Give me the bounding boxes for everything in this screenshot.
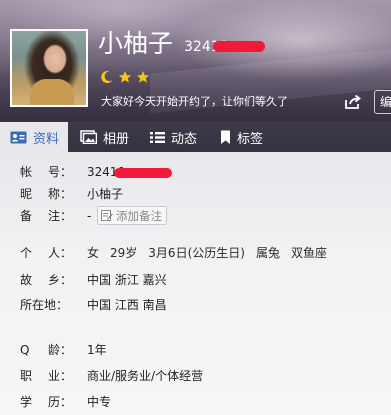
remark-label: 备注：: [20, 209, 72, 223]
tab-tags[interactable]: 标签: [220, 122, 280, 152]
tab-profile[interactable]: 资料: [0, 122, 68, 152]
personal-signature: 大家好今天开始开约了，让你们等久了: [101, 95, 288, 108]
nickname-value: 小柚子: [87, 187, 124, 201]
moon-icon: [101, 71, 113, 84]
hometown-label: 故乡：: [20, 273, 72, 287]
share-icon: [345, 94, 361, 109]
feed-list-icon: [150, 131, 165, 143]
education-label: 学历：: [20, 395, 72, 409]
avatar[interactable]: [10, 29, 88, 107]
star-icon: [118, 71, 132, 83]
personal-label: 个人：: [20, 246, 72, 260]
add-remark-button[interactable]: 添加备注: [97, 206, 167, 225]
bookmark-icon: [221, 130, 230, 144]
profile-window: 小柚子 32410 大家好今天开始开约了，让你们等久了 编 资料 相册 动态 标…: [0, 0, 391, 415]
edit-note-icon: [101, 210, 113, 221]
redaction-mark: [213, 41, 265, 52]
share-button[interactable]: [343, 93, 363, 111]
location-label: 所在地：: [20, 298, 69, 312]
tab-bar: 资料 相册 动态 标签: [0, 122, 391, 152]
nickname-label: 昵称：: [20, 187, 72, 201]
location-value: 中国 江西 南昌: [87, 298, 167, 312]
gender-value: 女: [87, 246, 100, 260]
redaction-mark: [114, 168, 172, 178]
occupation-label: 职业：: [20, 369, 72, 383]
qq-age-label: Q 龄：: [20, 343, 72, 357]
education-value: 中专: [87, 395, 112, 409]
birthday-value: 3月6日(公历生日): [148, 246, 245, 260]
hometown-value: 中国 浙江 嘉兴: [87, 273, 167, 287]
tab-feed-label: 动态: [171, 131, 198, 147]
qq-age-value: 1年: [87, 343, 107, 357]
profile-header: 小柚子 32410 大家好今天开始开约了，让你们等久了 编: [0, 0, 391, 122]
personal-values: 女 29岁 3月6日(公历生日) 属兔 双鱼座: [87, 244, 338, 262]
age-value: 29岁: [110, 246, 138, 260]
tab-tags-label: 标签: [237, 131, 264, 147]
account-label: 帐号：: [20, 165, 72, 179]
profile-card-icon: [10, 131, 27, 143]
occupation-value: 商业/服务业/个体经营: [87, 369, 204, 383]
star-sign-value: 双鱼座: [290, 246, 327, 260]
level-badges[interactable]: [100, 69, 150, 85]
star-icon: [136, 71, 150, 83]
tab-feed[interactable]: 动态: [150, 122, 210, 152]
tab-album-label: 相册: [103, 131, 130, 147]
photo-album-icon: [80, 130, 97, 144]
edit-profile-button[interactable]: 编: [374, 90, 391, 114]
remark-value: -: [87, 209, 92, 223]
avatar-figure: [30, 79, 74, 105]
tab-album[interactable]: 相册: [80, 122, 140, 152]
chinese-zodiac-value: 属兔: [255, 246, 280, 260]
tab-profile-label: 资料: [33, 131, 60, 147]
profile-nickname: 小柚子: [98, 29, 174, 58]
add-remark-label: 添加备注: [116, 208, 162, 223]
